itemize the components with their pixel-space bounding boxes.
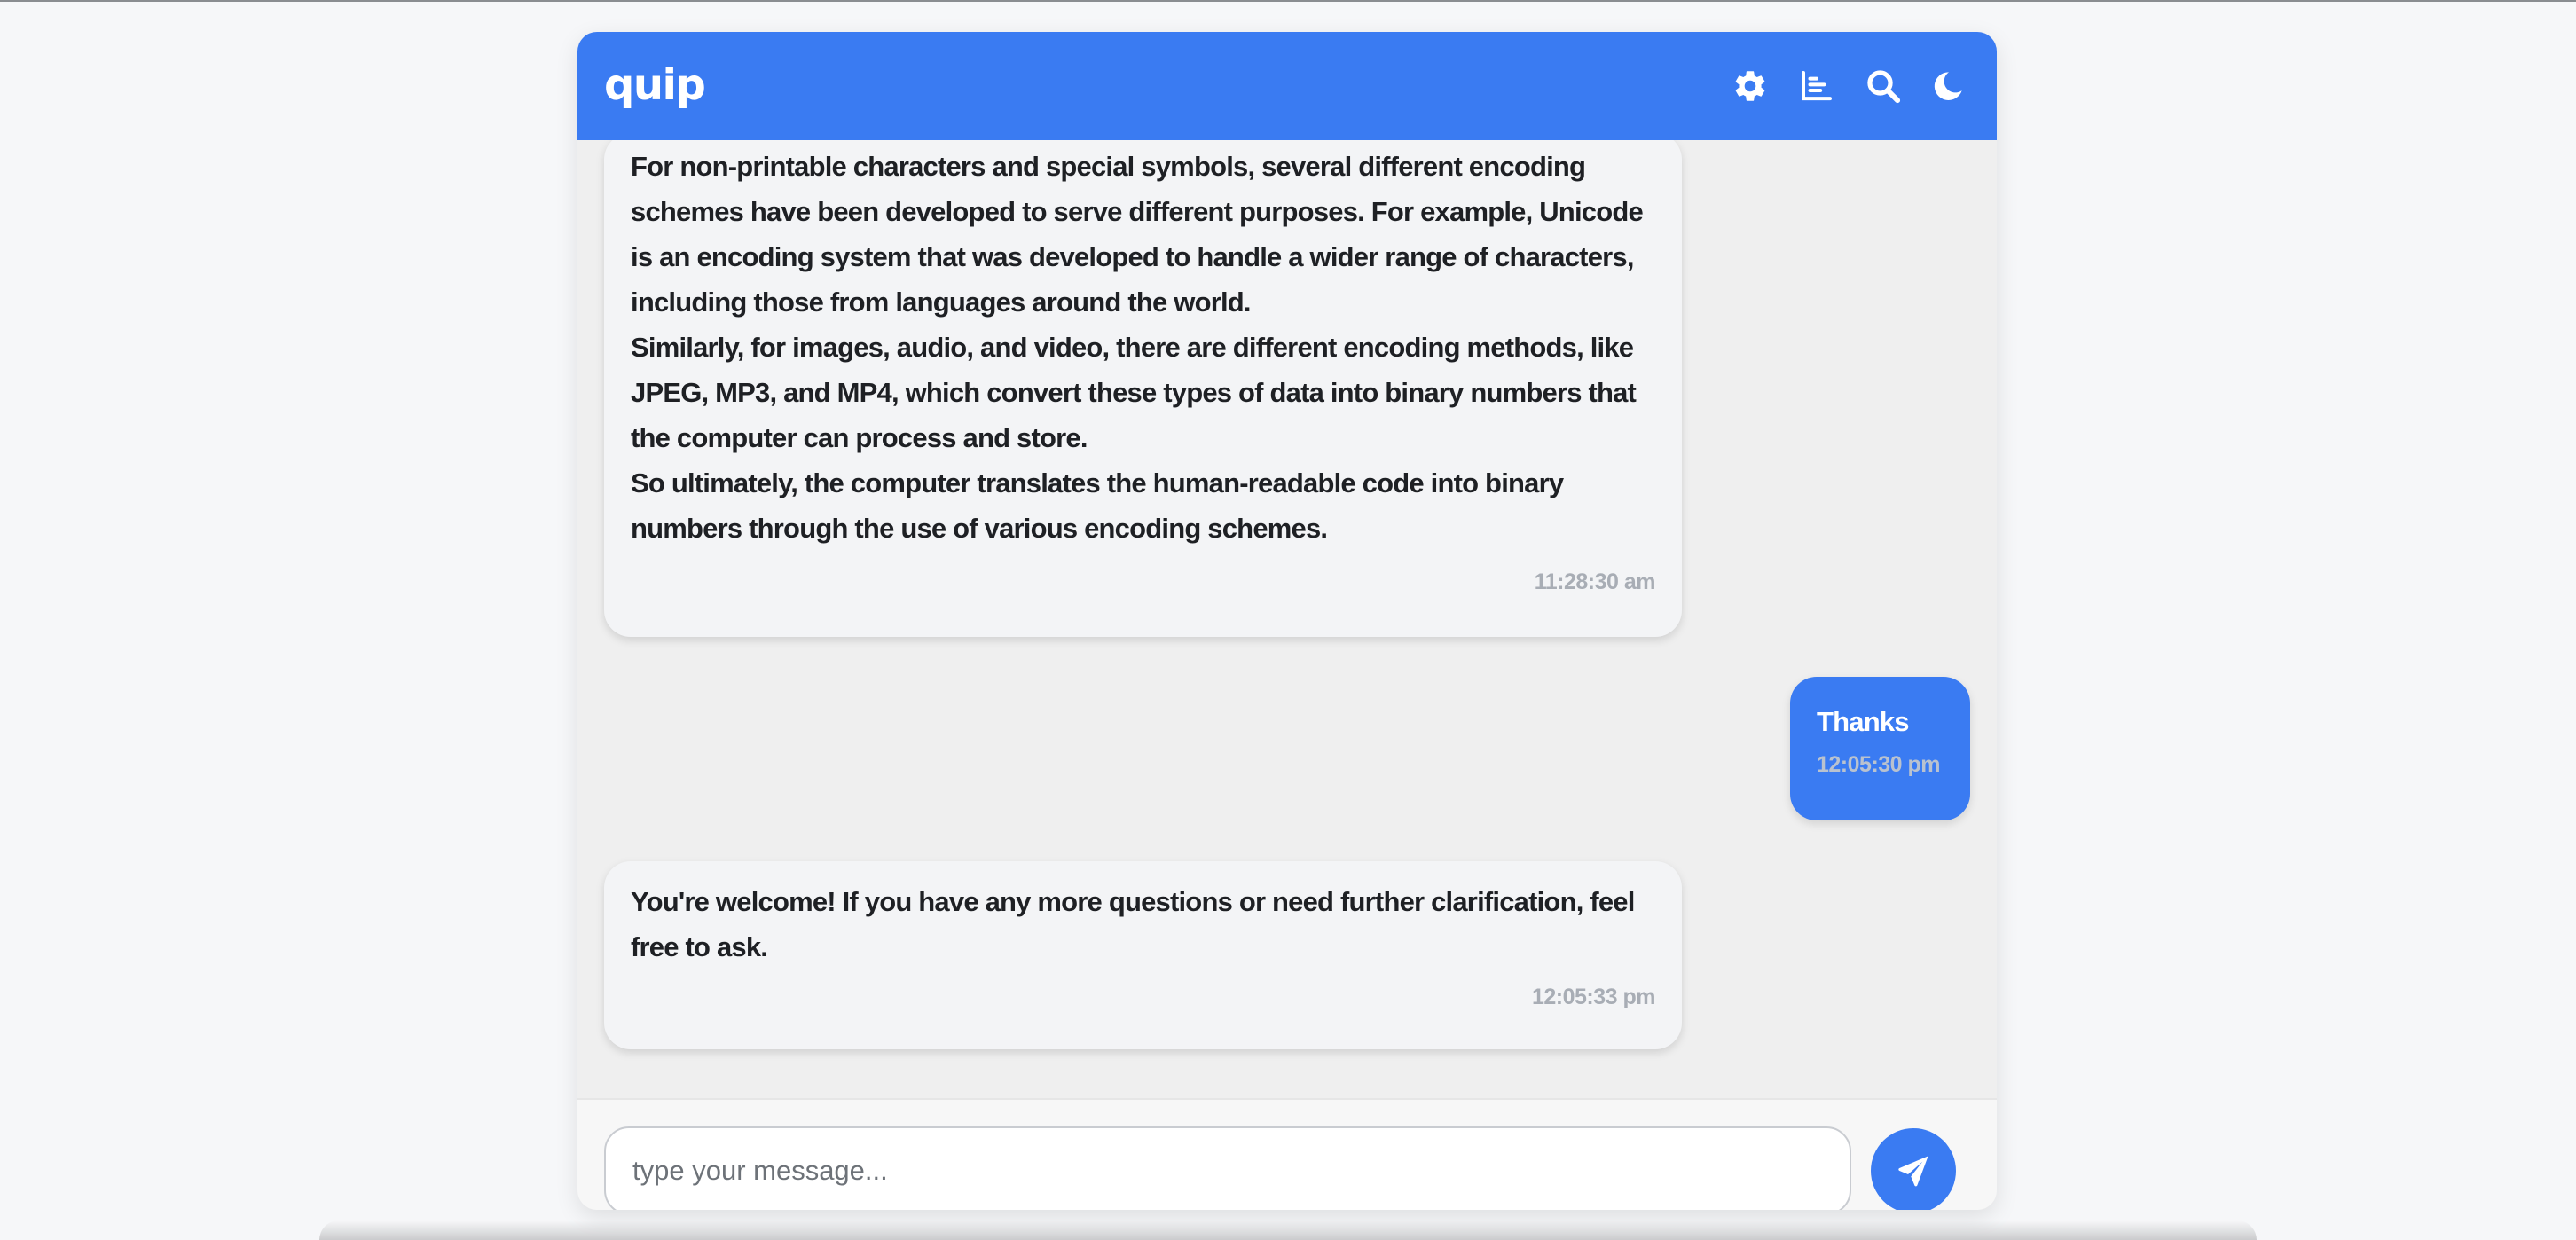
message-text: the computer can process and store. [631,422,1088,453]
composer [577,1098,1997,1210]
app-header: quip [577,32,1997,140]
user-message: Thanks 12:05:30 pm [1790,677,1970,820]
message-text: For non-printable characters and special… [631,151,1586,182]
message-timestamp: 12:05:30 pm [1817,752,1941,777]
message-text: free to ask. [631,931,768,962]
message-text: JPEG, MP3, and MP4, which convert these … [631,377,1637,408]
search-icon[interactable] [1863,66,1904,106]
message-text: Thanks [1817,706,1910,737]
message-text: Similarly, for images, audio, and video,… [631,332,1634,363]
paper-plane-icon [1898,1156,1928,1187]
message-timestamp: 12:05:33 pm [1531,985,1656,1009]
gear-icon[interactable] [1730,66,1771,106]
message-text: You're welcome! If you have any more que… [631,886,1635,917]
send-button[interactable] [1871,1128,1956,1210]
message-text: So ultimately, the computer translates t… [631,467,1564,498]
app-logo: quip [604,60,706,110]
message-timestamp: 11:28:30 am [1534,569,1656,594]
message-text: including those from languages around th… [631,286,1252,318]
message-text: numbers through the use of various encod… [631,513,1328,544]
page-bottom-shadow [319,1220,2257,1240]
message-text: schemes have been developed to serve dif… [631,196,1644,227]
bot-message: You're welcome! If you have any more que… [604,861,1682,1049]
message-input[interactable] [604,1126,1851,1210]
bot-message: For non-printable characters and special… [604,140,1682,637]
chart-icon[interactable] [1796,66,1837,106]
message-list[interactable]: For non-printable characters and special… [577,140,1997,1098]
message-text: is an encoding system that was developed… [631,241,1634,272]
moon-icon[interactable] [1928,66,1968,106]
chat-window: quip For non-printable characters and sp… [577,32,1997,1210]
page-top-border [0,0,2576,2]
